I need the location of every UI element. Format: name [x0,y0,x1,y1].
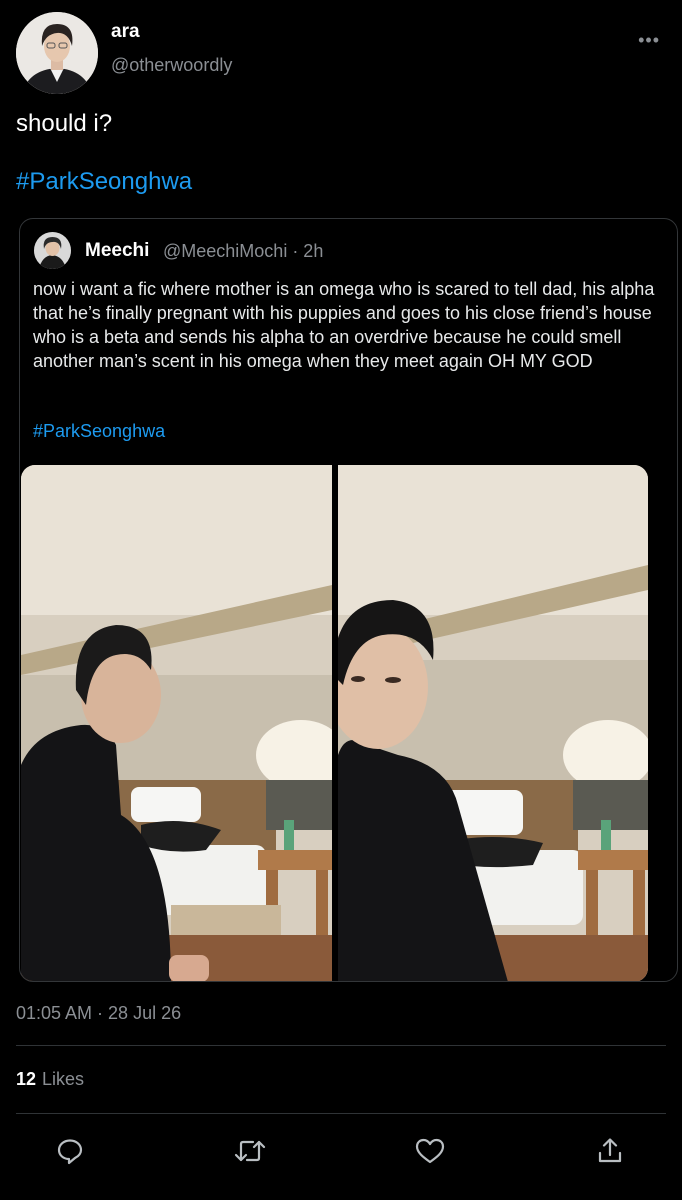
tweet-text: should i? [16,110,113,137]
likes-stat[interactable]: 12 Likes [16,1069,84,1090]
tweet-timestamp[interactable]: 01:05 AM · 28 Jul 26 [16,1003,181,1024]
quoted-author-handle-time[interactable]: @MeechiMochi · 2h [163,241,323,262]
divider [16,1045,666,1046]
reply-button[interactable] [50,1133,90,1169]
tweet-hashtag-link[interactable]: #ParkSeonghwa [16,168,192,196]
reply-icon [57,1139,83,1165]
quoted-author-avatar[interactable] [34,232,71,269]
photo-hotel-room-back-view [21,465,332,981]
more-dots-icon[interactable]: ••• [638,30,660,51]
author-handle[interactable]: @otherwoordly [111,55,232,76]
profile-photo [34,232,71,269]
quoted-author-name[interactable]: Meechi [85,240,149,262]
likes-count: 12 [16,1069,37,1089]
author-display-name[interactable]: ara [111,21,140,43]
like-button[interactable] [410,1133,450,1169]
share-button[interactable] [590,1133,630,1169]
share-icon [598,1138,622,1163]
retweet-button[interactable] [230,1133,270,1169]
quoted-tweet-card[interactable]: Meechi @MeechiMochi · 2h now i want a fi… [19,218,678,982]
quoted-media-image-1[interactable] [21,465,332,981]
quoted-media-image-2[interactable] [338,465,648,981]
author-avatar[interactable] [16,12,98,94]
quoted-tweet-text: now i want a fic where mother is an omeg… [33,279,655,371]
photo-hotel-room-selfie [338,465,648,981]
profile-photo [16,12,98,94]
quoted-tweet-hashtag-link[interactable]: #ParkSeonghwa [33,421,165,442]
like-heart-icon [415,1138,445,1164]
divider [16,1113,666,1114]
likes-label: Likes [42,1069,85,1089]
retweet-icon [234,1140,266,1162]
